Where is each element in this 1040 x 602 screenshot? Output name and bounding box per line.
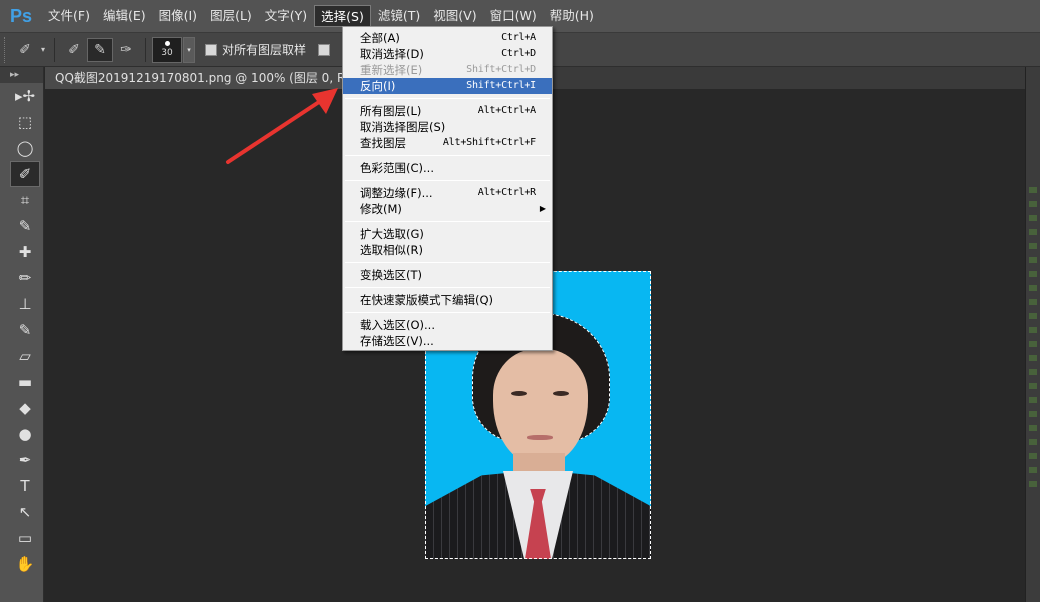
tool-preset-picker-icon[interactable]: ✐ <box>12 38 38 62</box>
menu-item[interactable]: 帮助(H) <box>544 5 600 27</box>
menu-item-label: 查找图层 <box>360 136 406 150</box>
new-selection-icon[interactable]: ✐ <box>61 38 87 62</box>
menu-item-label: 修改(M) <box>360 202 402 216</box>
menu-item-label: 在快速蒙版模式下编辑(Q) <box>360 293 494 307</box>
select-menu-item[interactable]: 取消选择图层(S) <box>343 119 552 135</box>
select-menu-item[interactable]: 全部(A) Ctrl+A <box>343 30 552 46</box>
divider <box>54 37 55 62</box>
menu-item-label: 全部(A) <box>360 31 400 45</box>
menu-item[interactable]: 滤镜(T) <box>372 5 426 27</box>
menu-separator <box>345 262 550 263</box>
move-tool-icon[interactable]: ▸✢ <box>10 83 40 109</box>
select-menu-item[interactable]: 反向(I) Shift+Ctrl+I <box>343 78 552 94</box>
brush-tip-icon <box>164 41 170 46</box>
sample-all-layers-checkbox[interactable] <box>205 43 217 56</box>
marquee-tool-icon[interactable]: ⬚ <box>10 109 40 135</box>
menu-item-label: 存储选区(V)... <box>360 334 434 348</box>
select-menu-item[interactable]: 扩大选取(G) <box>343 226 552 242</box>
select-menu-item[interactable]: 调整边缘(F)... Alt+Ctrl+R <box>343 185 552 201</box>
select-menu-item[interactable]: 变换选区(T) <box>343 267 552 283</box>
lasso-tool-icon[interactable]: ◯ <box>10 135 40 161</box>
menu-item[interactable]: 窗口(W) <box>484 5 543 27</box>
dodge-tool-icon[interactable]: ● <box>10 421 40 447</box>
history-brush-tool-icon[interactable]: ✎ <box>10 317 40 343</box>
menu-item-label: 选取相似(R) <box>360 243 423 257</box>
right-panel-edge[interactable] <box>1025 67 1040 602</box>
menu-item-label: 色彩范围(C)... <box>360 161 434 175</box>
menu-item-shortcut: Alt+Ctrl+A <box>477 105 536 116</box>
select-menu-item[interactable]: 查找图层 Alt+Shift+Ctrl+F <box>343 135 552 151</box>
tool-preset-dropdown-icon[interactable]: ▾ <box>38 38 48 62</box>
select-menu-item[interactable]: 修改(M) ▶ <box>343 201 552 217</box>
menu-item-shortcut: Ctrl+D <box>501 48 536 59</box>
submenu-arrow-icon: ▶ <box>539 204 546 213</box>
select-menu-item[interactable]: 选取相似(R) <box>343 242 552 258</box>
menu-item[interactable]: 文字(Y) <box>259 5 313 27</box>
menu-item-label: 载入选区(O)... <box>360 318 435 332</box>
brush-picker-dropdown-icon[interactable]: ▾ <box>183 36 195 63</box>
divider <box>145 37 146 62</box>
select-menu-item[interactable]: 在快速蒙版模式下编辑(Q) <box>343 292 552 308</box>
brush-size-value: 30 <box>161 48 173 58</box>
menu-item-shortcut: Shift+Ctrl+I <box>466 80 536 91</box>
menu-separator <box>345 221 550 222</box>
menu-separator <box>345 180 550 181</box>
hand-tool-icon[interactable]: ✋ <box>10 551 40 577</box>
menu-item-label: 变换选区(T) <box>360 268 422 282</box>
menu-item[interactable]: 编辑(E) <box>97 5 152 27</box>
menu-separator <box>345 155 550 156</box>
type-tool-icon[interactable]: T <box>10 473 40 499</box>
select-menu-item[interactable]: 存储选区(V)... <box>343 333 552 349</box>
eraser-tool-icon[interactable]: ▱ <box>10 343 40 369</box>
select-menu-item[interactable]: 载入选区(O)... <box>343 317 552 333</box>
menu-item-label: 反向(I) <box>360 79 396 93</box>
subtract-from-selection-icon[interactable]: ✑ <box>113 38 139 62</box>
eyedropper-tool-icon[interactable]: ✎ <box>10 213 40 239</box>
pen-tool-icon[interactable]: ✒ <box>10 447 40 473</box>
add-to-selection-icon[interactable]: ✎ <box>87 37 113 62</box>
menu-item-shortcut: Ctrl+A <box>501 32 536 43</box>
menu-separator <box>345 98 550 99</box>
menu-item-shortcut: Alt+Ctrl+R <box>477 187 536 198</box>
brush-tool-icon[interactable]: ✏ <box>10 265 40 291</box>
menu-item-label: 扩大选取(G) <box>360 227 424 241</box>
gradient-tool-icon[interactable]: ▬ <box>10 369 40 395</box>
sample-all-layers-label: 对所有图层取样 <box>222 43 307 57</box>
tools-panel-collapse-icon[interactable]: ▸▸ <box>0 67 43 83</box>
blur-tool-icon[interactable]: ◆ <box>10 395 40 421</box>
menu-separator <box>345 312 550 313</box>
quick-selection-tool-icon[interactable]: ✐ <box>10 161 40 187</box>
menu-item[interactable]: 选择(S) <box>314 5 371 27</box>
auto-enhance-checkbox[interactable] <box>318 43 331 56</box>
tools-panel: ▸▸ ▸✢ ⬚ ◯ ✐ ⌗ ✎ ✚ ✏ ⊥ ✎ ▱ ▬ ◆ ● ✒ T ↖ ▭ ✋ <box>0 67 44 602</box>
brush-picker[interactable]: 30 <box>152 36 182 63</box>
crop-tool-icon[interactable]: ⌗ <box>10 187 40 213</box>
rectangle-tool-icon[interactable]: ▭ <box>10 525 40 551</box>
select-menu-dropdown: 全部(A) Ctrl+A 取消选择(D) Ctrl+D 重新选择(E) Shift+Ctr… <box>342 26 553 351</box>
menu-item[interactable]: 图层(L) <box>204 5 258 27</box>
photoshop-window: Ps 文件(F) 编辑(E) 图像(I) 图层(L) 文字(Y) 选择(S) 滤镜(T) 视图… <box>0 0 1040 602</box>
menu-item[interactable]: 图像(I) <box>153 5 203 27</box>
menu-item-label: 取消选择图层(S) <box>360 120 446 134</box>
red-arrow-annotation-icon <box>226 88 338 164</box>
select-menu-item[interactable]: 所有图层(L) Alt+Ctrl+A <box>343 103 552 119</box>
menu-item-shortcut: Shift+Ctrl+D <box>466 64 536 75</box>
select-menu-item: 重新选择(E) Shift+Ctrl+D <box>343 62 552 78</box>
menu-item[interactable]: 文件(F) <box>42 5 96 27</box>
healing-brush-tool-icon[interactable]: ✚ <box>10 239 40 265</box>
clone-stamp-tool-icon[interactable]: ⊥ <box>10 291 40 317</box>
menu-item-label: 调整边缘(F)... <box>360 186 433 200</box>
menu-item-label: 重新选择(E) <box>360 63 423 77</box>
menu-item[interactable]: 视图(V) <box>427 5 482 27</box>
photoshop-logo: Ps <box>9 5 33 26</box>
select-menu-item[interactable]: 取消选择(D) Ctrl+D <box>343 46 552 62</box>
menu-separator <box>345 287 550 288</box>
options-bar-grip[interactable] <box>4 36 12 63</box>
menu-item-label: 所有图层(L) <box>360 104 422 118</box>
path-selection-tool-icon[interactable]: ↖ <box>10 499 40 525</box>
menu-item-shortcut: Alt+Shift+Ctrl+F <box>442 137 536 148</box>
menu-item-label: 取消选择(D) <box>360 47 424 61</box>
select-menu-item[interactable]: 色彩范围(C)... <box>343 160 552 176</box>
portrait-face <box>493 349 588 464</box>
